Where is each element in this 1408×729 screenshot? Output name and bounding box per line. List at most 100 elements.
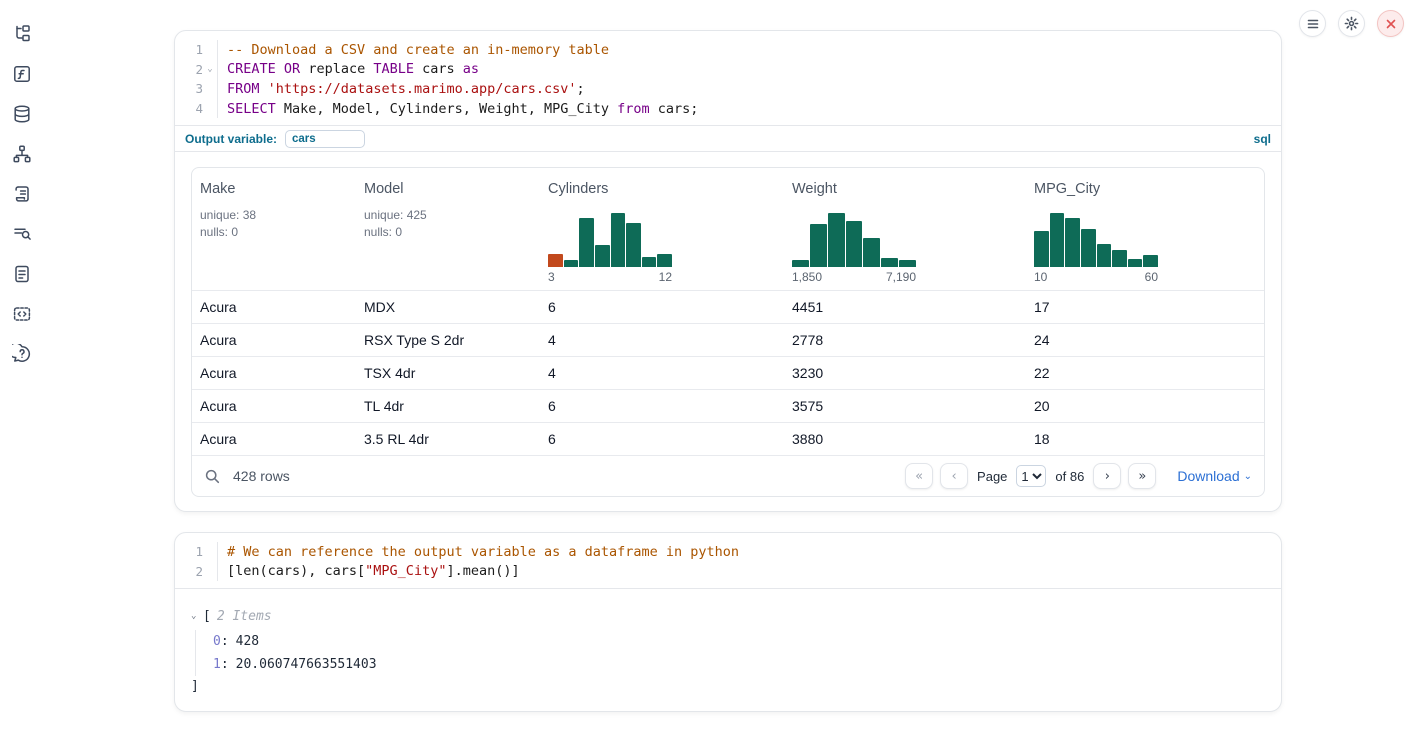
- code-text: # We can reference the output variable a…: [217, 542, 1281, 562]
- table-cell: 3575: [784, 398, 1026, 414]
- table-cell: TL 4dr: [356, 398, 540, 414]
- column-header-make[interactable]: Make unique: 38 nulls: 0: [192, 181, 356, 290]
- function-square-icon[interactable]: [10, 62, 34, 86]
- tree-entries: 0:4281:20.060747663551403: [195, 630, 1265, 676]
- column-label: Cylinders: [548, 181, 776, 197]
- file-tree-icon[interactable]: [10, 22, 34, 46]
- next-page-button[interactable]: ›: [1093, 463, 1121, 489]
- close-icon[interactable]: [1377, 10, 1404, 37]
- tree-root-row: ⌄ [ 2 Items: [191, 606, 1265, 626]
- table-cell: Acura: [192, 398, 356, 414]
- items-count-label: 2 Items: [217, 609, 272, 624]
- line-number: 3: [181, 81, 203, 96]
- search-icon[interactable]: [204, 468, 221, 485]
- histogram-axis-labels: 10 60: [1034, 270, 1158, 284]
- hist-bar: [846, 221, 863, 267]
- scroll-icon[interactable]: [10, 182, 34, 206]
- mpg-city-histogram: 10 60: [1034, 213, 1158, 284]
- python-cell: 1 # We can reference the output variable …: [174, 532, 1282, 712]
- chevron-down-icon: ⌄: [1244, 471, 1252, 482]
- table-row[interactable]: Acura3.5 RL 4dr6388018: [192, 422, 1264, 455]
- code-line: 2⌄CREATE OR replace TABLE cars as: [181, 60, 1281, 80]
- axis-min-label: 10: [1034, 270, 1047, 284]
- axis-min-label: 3: [548, 270, 555, 284]
- column-header-mpg-city[interactable]: MPG_City 10 60: [1026, 181, 1264, 290]
- tree-entry: 0:428: [213, 630, 1265, 653]
- sql-code-editor[interactable]: 1-- Download a CSV and create an in-memo…: [175, 31, 1281, 125]
- download-button[interactable]: Download ⌄: [1177, 468, 1252, 484]
- column-header-cylinders[interactable]: Cylinders 3 12: [540, 181, 784, 290]
- axis-max-label: 7,190: [886, 270, 916, 284]
- table-cell: MDX: [356, 299, 540, 315]
- gear-icon[interactable]: [1338, 10, 1365, 37]
- close-bracket: ]: [191, 676, 1265, 696]
- hist-bar: [564, 260, 579, 268]
- hist-bar: [657, 254, 672, 268]
- code-line: 1-- Download a CSV and create an in-memo…: [181, 40, 1281, 60]
- table-row[interactable]: AcuraTSX 4dr4323022: [192, 356, 1264, 389]
- column-header-weight[interactable]: Weight 1,850 7,190: [784, 181, 1026, 290]
- line-number: 2: [181, 62, 203, 77]
- hist-bar: [863, 238, 880, 268]
- python-code-editor[interactable]: 1 # We can reference the output variable …: [175, 533, 1281, 588]
- database-icon[interactable]: [10, 102, 34, 126]
- hist-bar: [899, 260, 916, 268]
- tree-entry-value: 428: [236, 634, 259, 649]
- menu-icon[interactable]: [1299, 10, 1326, 37]
- table-output: Make unique: 38 nulls: 0 Model unique: 4…: [191, 167, 1265, 497]
- table-cell: 3.5 RL 4dr: [356, 431, 540, 447]
- table-row[interactable]: AcuraRSX Type S 2dr4277824: [192, 323, 1264, 356]
- line-number: 1: [181, 42, 203, 57]
- hist-bar: [810, 224, 827, 267]
- hist-bar: [1112, 250, 1127, 268]
- document-icon[interactable]: [10, 262, 34, 286]
- line-number: 1: [181, 544, 203, 559]
- hist-bar: [1081, 229, 1096, 267]
- column-label: Model: [364, 181, 532, 197]
- prev-page-button[interactable]: ‹: [940, 463, 968, 489]
- column-header-model[interactable]: Model unique: 425 nulls: 0: [356, 181, 540, 290]
- output-variable-input[interactable]: [285, 130, 365, 148]
- histogram-bars: [1034, 213, 1158, 267]
- last-page-button[interactable]: »: [1128, 463, 1156, 489]
- output-variable-label: Output variable:: [185, 132, 277, 146]
- collapse-caret-icon[interactable]: ⌄: [191, 611, 203, 621]
- column-nulls-stat: nulls: 0: [364, 224, 532, 241]
- table-cell: 20: [1026, 398, 1264, 414]
- language-badge: sql: [1254, 132, 1271, 146]
- output-variable-row: Output variable: sql: [175, 125, 1281, 152]
- table-cell: 17: [1026, 299, 1264, 315]
- first-page-button[interactable]: «: [905, 463, 933, 489]
- tree-entry-value: 20.060747663551403: [236, 657, 377, 672]
- table-row[interactable]: AcuraMDX6445117: [192, 290, 1264, 323]
- hist-bar: [579, 218, 594, 268]
- hist-bar: [1065, 218, 1080, 268]
- table-cell: 6: [540, 398, 784, 414]
- line-number: 4: [181, 101, 203, 116]
- hist-bar: [1034, 231, 1049, 267]
- histogram-bars: [792, 213, 916, 267]
- line-number: 2: [181, 564, 203, 579]
- snippets-icon[interactable]: [10, 302, 34, 326]
- axis-max-label: 12: [659, 270, 672, 284]
- fold-chevron-icon[interactable]: ⌄: [203, 64, 217, 74]
- help-icon[interactable]: [10, 342, 34, 366]
- column-label: Weight: [792, 181, 1018, 197]
- table-row[interactable]: AcuraTL 4dr6357520: [192, 389, 1264, 422]
- hist-bar: [828, 213, 845, 267]
- dependency-graph-icon[interactable]: [10, 142, 34, 166]
- list-search-icon[interactable]: [10, 222, 34, 246]
- code-text: SELECT Make, Model, Cylinders, Weight, M…: [217, 99, 1281, 119]
- table-cell: RSX Type S 2dr: [356, 332, 540, 348]
- column-label: MPG_City: [1034, 181, 1256, 197]
- table-cell: 2778: [784, 332, 1026, 348]
- tree-entry-colon: :: [221, 634, 229, 649]
- page-label: Page: [977, 469, 1007, 484]
- page-select[interactable]: 1: [1016, 465, 1046, 487]
- table-header: Make unique: 38 nulls: 0 Model unique: 4…: [192, 168, 1264, 290]
- code-line: 4 SELECT Make, Model, Cylinders, Weight, …: [181, 99, 1281, 119]
- window-controls: [1299, 10, 1404, 37]
- table-cell: Acura: [192, 299, 356, 315]
- table-cell: 22: [1026, 365, 1264, 381]
- axis-max-label: 60: [1145, 270, 1158, 284]
